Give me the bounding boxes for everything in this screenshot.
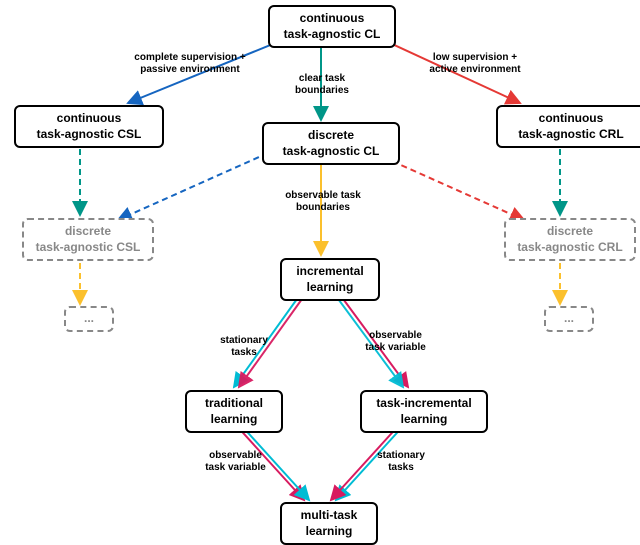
node-label: multi-tasklearning [301, 508, 358, 539]
edge-label-supervision-passive: complete supervision +passive environmen… [130, 52, 250, 76]
edge-label-supervision-active: low supervision +active environment [420, 52, 530, 76]
node-label: discretetask-agnostic CRL [517, 224, 622, 255]
node-continuous-csl: continuoustask-agnostic CSL [14, 105, 164, 148]
edge-label-stationary-tasks-2: stationarytasks [370, 450, 432, 474]
edge-label-observable-var-2: observabletask variable [198, 450, 273, 474]
node-label: task-incrementallearning [376, 396, 471, 427]
node-label: ... [84, 311, 94, 327]
node-label: ... [564, 311, 574, 327]
edge-label-observable-var-1: observabletask variable [358, 330, 433, 354]
node-label: discretetask-agnostic CSL [36, 224, 141, 255]
node-label: continuoustask-agnostic CSL [37, 111, 142, 142]
edge-label-clear-boundaries: clear taskboundaries [292, 73, 352, 97]
node-label: traditionallearning [205, 396, 263, 427]
node-label: incrementallearning [296, 264, 363, 295]
node-label: continuoustask-agnostic CRL [518, 111, 623, 142]
node-discrete-crl: discretetask-agnostic CRL [504, 218, 636, 261]
node-label: continuoustask-agnostic CL [284, 11, 381, 42]
node-discrete-csl: discretetask-agnostic CSL [22, 218, 154, 261]
node-ellipsis-right: ... [544, 306, 594, 332]
node-incremental: incrementallearning [280, 258, 380, 301]
node-continuous-crl: continuoustask-agnostic CRL [496, 105, 640, 148]
node-discrete-cl: discretetask-agnostic CL [262, 122, 400, 165]
node-multi-task: multi-tasklearning [280, 502, 378, 545]
node-task-incremental: task-incrementallearning [360, 390, 488, 433]
edge-label-observable-boundaries: observable taskboundaries [278, 190, 368, 214]
edge-label-stationary-tasks-1: stationarytasks [213, 335, 275, 359]
node-label: discretetask-agnostic CL [283, 128, 380, 159]
node-traditional: traditionallearning [185, 390, 283, 433]
node-ellipsis-left: ... [64, 306, 114, 332]
node-continuous-cl: continuoustask-agnostic CL [268, 5, 396, 48]
